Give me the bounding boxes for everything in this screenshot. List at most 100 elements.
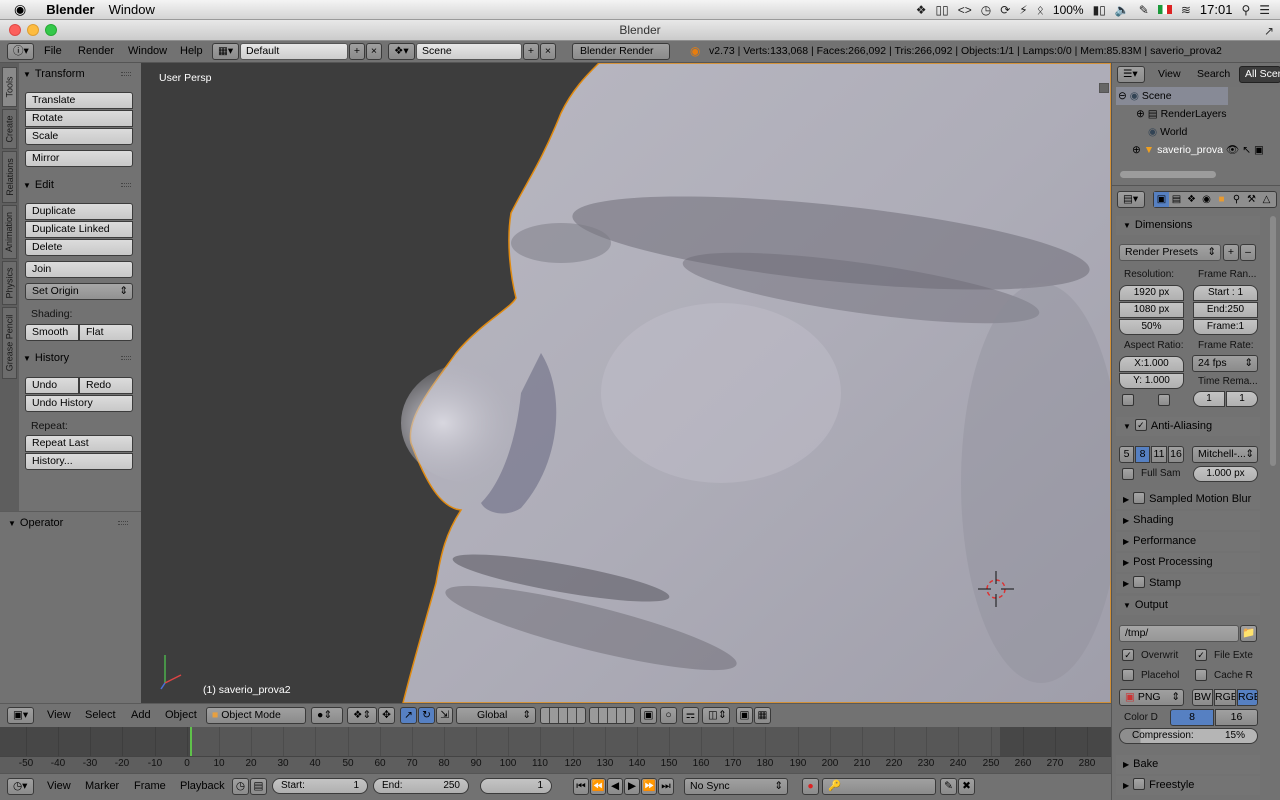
layers-grid-2[interactable] — [589, 707, 635, 724]
performance-panel-header[interactable]: ▶ Performance — [1116, 532, 1260, 551]
manipulator-rotate[interactable]: ↻ — [418, 707, 435, 724]
aa-samples-16[interactable]: 16 — [1168, 446, 1184, 463]
timeline-menu-playback[interactable]: Playback — [180, 776, 225, 796]
render-anim-icon[interactable]: ▦ — [754, 707, 771, 724]
border-checkbox[interactable] — [1122, 394, 1134, 406]
anti-aliasing-checkbox[interactable]: ✓ — [1134, 419, 1147, 432]
overwrite-checkbox[interactable]: ✓ — [1122, 649, 1134, 661]
cache-result-checkbox[interactable] — [1195, 669, 1207, 681]
flat-button[interactable]: Flat — [79, 324, 133, 341]
stamp-checkbox[interactable] — [1133, 576, 1146, 589]
manipulator-toggle[interactable]: ✥ — [378, 707, 395, 724]
window-menu[interactable]: Window — [109, 2, 155, 17]
time-machine-icon[interactable]: ◷ — [981, 3, 991, 17]
duplicate-linked-button[interactable]: Duplicate Linked — [25, 221, 133, 238]
start-frame-field[interactable]: Start: 1 — [272, 778, 368, 794]
tab-create[interactable]: Create — [2, 109, 17, 149]
aspect-y-field[interactable]: Y: 1.000 — [1119, 373, 1184, 389]
output-path-field[interactable]: /tmp/ — [1119, 625, 1239, 642]
tab-physics[interactable]: Physics — [2, 261, 17, 305]
render-tab-icon[interactable]: ▣ — [1154, 192, 1169, 207]
outliner-row-renderlayers[interactable]: ⊕ ▤ RenderLayers — [1136, 105, 1227, 123]
add-scene-button[interactable]: + — [523, 43, 539, 60]
frame-end-field[interactable]: End:250 — [1193, 302, 1258, 318]
sync-mode-select[interactable]: No Sync ⇕ — [684, 778, 788, 795]
freestyle-checkbox[interactable] — [1133, 778, 1146, 791]
render-icon[interactable]: ▣ — [736, 707, 753, 724]
aa-samples-11[interactable]: 11 — [1151, 446, 1167, 463]
time-remap-new-field[interactable]: 1 — [1226, 391, 1258, 407]
flag-icon[interactable] — [1157, 5, 1172, 14]
spotlight-icon[interactable]: ⚲ — [1241, 3, 1250, 17]
output-panel-header[interactable]: ▼ Output — [1116, 596, 1260, 615]
volume-icon[interactable]: 🔈 — [1115, 3, 1130, 17]
outliner-menu-view[interactable]: View — [1158, 64, 1181, 84]
viewport-corner-icon[interactable] — [1099, 83, 1109, 93]
dimensions-panel-header[interactable]: ▼ Dimensions — [1116, 216, 1260, 235]
add-layout-button[interactable]: + — [349, 43, 365, 60]
remove-preset-button[interactable]: – — [1240, 244, 1256, 261]
menu-file[interactable]: File — [44, 41, 62, 61]
anti-aliasing-panel-header[interactable]: ▼ ✓ Anti-Aliasing — [1116, 417, 1260, 436]
undo-button[interactable]: Undo — [25, 377, 79, 394]
bake-panel-header[interactable]: ▶ Bake — [1116, 755, 1260, 774]
snap-element-select[interactable]: ◫⇕ — [702, 707, 730, 724]
timeline-menu-view[interactable]: View — [47, 776, 71, 796]
outliner-scrollbar[interactable] — [1120, 171, 1216, 178]
placeholders-checkbox[interactable] — [1122, 669, 1134, 681]
properties-scrollbar[interactable] — [1270, 216, 1276, 466]
zoom-window-button[interactable] — [45, 24, 57, 36]
join-button[interactable]: Join — [25, 261, 133, 278]
expand-icon[interactable]: ⊕ — [1132, 144, 1141, 156]
editor-type-outliner-button[interactable]: ☰▾ — [1117, 66, 1145, 83]
delete-keyframe-button[interactable]: ✖ — [958, 778, 975, 795]
current-frame-field[interactable]: 1 — [480, 778, 552, 794]
scene-tab-icon[interactable]: ❖ — [1184, 192, 1199, 207]
code-icon[interactable]: <> — [958, 3, 972, 17]
color-bw-button[interactable]: BW — [1192, 689, 1213, 706]
shading-select[interactable]: ●⇕ — [311, 707, 343, 724]
bluetooth-icon[interactable]: ᛟ — [1037, 3, 1044, 17]
mirror-button[interactable]: Mirror — [25, 150, 133, 167]
battery-icon[interactable]: ▮▯ — [1093, 3, 1106, 17]
menu-help[interactable]: Help — [180, 41, 203, 61]
layers-grid-1[interactable] — [540, 707, 586, 724]
menu-window[interactable]: Window — [128, 41, 167, 61]
color-rgb-button[interactable]: RGB — [1214, 689, 1236, 706]
data-tab-icon[interactable]: △ — [1259, 192, 1274, 207]
file-format-select[interactable]: ▣ PNG ⇕ — [1119, 689, 1184, 706]
render-camera-icon[interactable]: ▣ — [1254, 144, 1264, 156]
translate-button[interactable]: Translate — [25, 92, 133, 109]
frame-start-field[interactable]: Start : 1 — [1193, 285, 1258, 301]
proportional-edit-icon[interactable]: ○ — [660, 707, 677, 724]
notifications-icon[interactable]: ☰ — [1259, 3, 1270, 17]
timeline-menu-marker[interactable]: Marker — [85, 776, 119, 796]
lightning-icon[interactable]: ⚡ — [1019, 3, 1027, 17]
pen-icon[interactable]: ✎ — [1139, 3, 1149, 17]
jump-start-button[interactable]: ⏮ — [573, 778, 589, 795]
end-frame-field[interactable]: End: 250 — [373, 778, 469, 794]
keying-set-field[interactable]: 🔑 — [822, 778, 936, 795]
repeat-last-button[interactable]: Repeat Last — [25, 435, 133, 452]
tab-relations[interactable]: Relations — [2, 151, 17, 203]
outliner-row-saverio[interactable]: ⊕ ▼ saverio_prova 👁 ↖ ▣ — [1132, 141, 1278, 159]
transform-orientation-select[interactable]: Global ⇕ — [456, 707, 536, 724]
aa-samples-8[interactable]: 8 — [1135, 446, 1150, 463]
menu-add[interactable]: Add — [131, 705, 151, 725]
crop-checkbox[interactable] — [1158, 394, 1170, 406]
add-preset-button[interactable]: + — [1223, 244, 1239, 261]
dropbox-icon[interactable]: ❖ — [916, 3, 927, 17]
resolution-y-field[interactable]: 1080 px — [1119, 302, 1184, 318]
world-tab-icon[interactable]: ◉ — [1199, 192, 1214, 207]
screen-layout-icon[interactable]: ▦▾ — [212, 43, 239, 60]
3d-viewport[interactable]: User Persp (1) saverio_prova2 — [141, 63, 1111, 703]
sync-icon[interactable]: ⟳ — [1000, 3, 1010, 17]
render-engine-select[interactable]: Blender Render — [572, 43, 670, 60]
play-reverse-button[interactable]: ◀ — [607, 778, 623, 795]
color-rgba-button[interactable]: RGB — [1237, 689, 1258, 706]
object-tab-icon[interactable]: ■ — [1214, 192, 1229, 207]
resolution-x-field[interactable]: 1920 px — [1119, 285, 1184, 301]
edit-panel-header[interactable]: ▼ Edit — [23, 175, 137, 195]
compression-slider[interactable]: Compression: 15% — [1119, 728, 1258, 744]
aa-samples-5[interactable]: 5 — [1119, 446, 1134, 463]
